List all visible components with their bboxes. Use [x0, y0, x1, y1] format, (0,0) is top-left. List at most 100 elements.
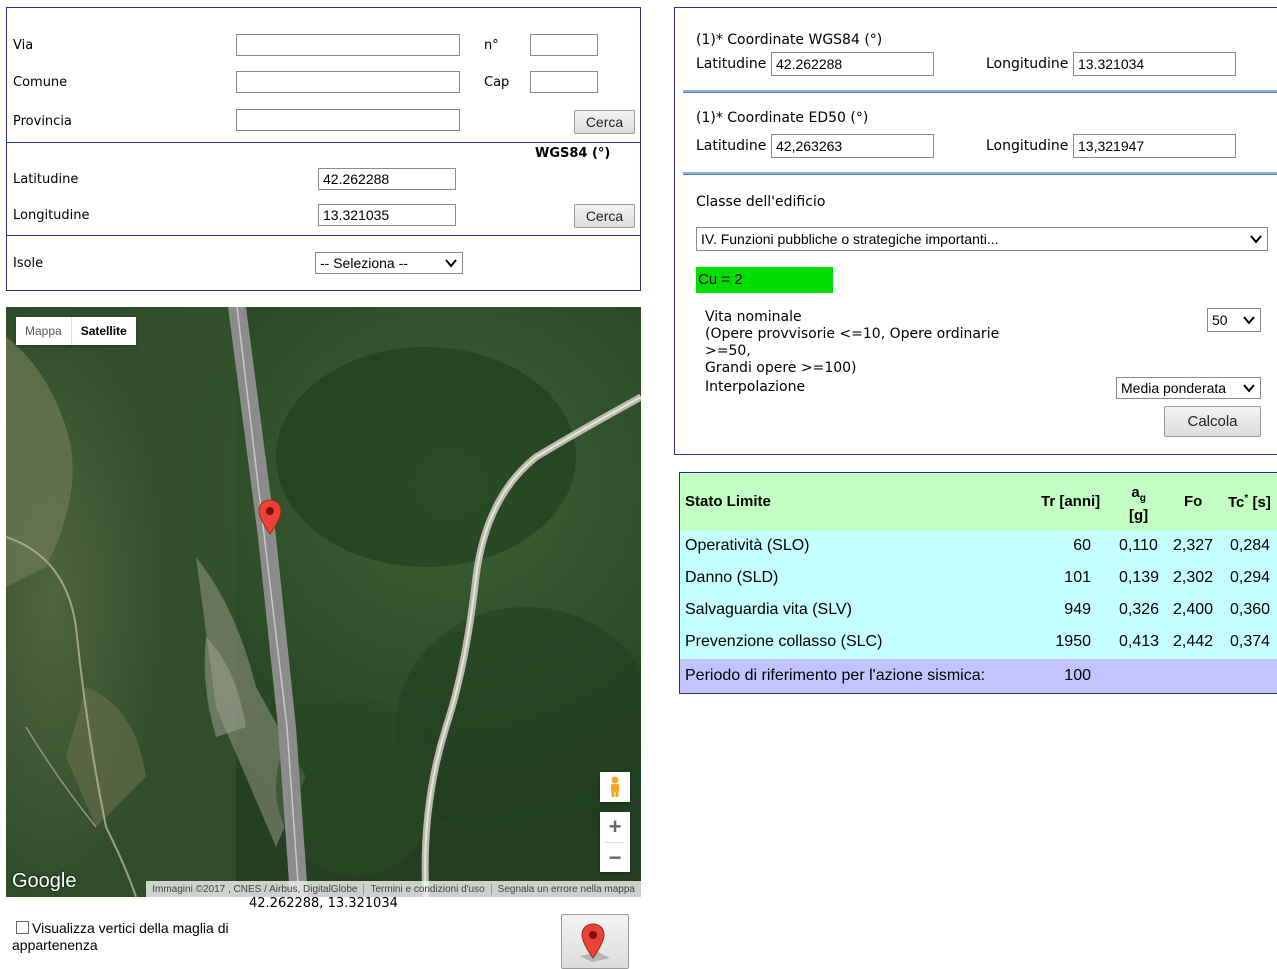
address-search-button[interactable]: Cerca	[574, 110, 635, 134]
lon-label: Longitudine	[13, 208, 90, 223]
satellite-map[interactable]: Mappa Satellite + − Google Immagini ©201…	[6, 307, 641, 897]
section-divider	[683, 172, 1277, 175]
vertices-checkbox-label: Visualizza vertici della maglia di appar…	[12, 920, 229, 953]
vertices-checkbox[interactable]	[16, 921, 29, 934]
street-view-pegman-icon[interactable]	[600, 772, 630, 802]
address-panel: Via n° Comune Cap Provincia Cerca WGS84 …	[6, 7, 641, 291]
cap-input[interactable]	[530, 71, 598, 93]
cell-stato: Salvaguardia vita (SLV)	[685, 601, 852, 618]
locate-marker-button[interactable]	[561, 914, 629, 969]
header-tc-superscript: *	[1244, 493, 1249, 504]
provincia-label: Provincia	[13, 114, 72, 129]
header-tc-symbol: Tc	[1228, 494, 1245, 511]
footer-value: 100	[1064, 667, 1091, 684]
zoom-control: + −	[600, 812, 630, 872]
cell-tr: 1950	[1055, 633, 1091, 650]
isole-label: Isole	[13, 256, 44, 271]
wgs84-system-label: WGS84 (°)	[535, 146, 611, 161]
cell-tr: 949	[1064, 601, 1091, 618]
satellite-imagery	[6, 307, 641, 897]
zoom-out-button[interactable]: −	[600, 843, 630, 872]
lat-input[interactable]	[318, 168, 456, 190]
vita-line-4: Grandi opere >=100)	[705, 360, 857, 376]
cell-tr: 60	[1073, 537, 1091, 554]
map-tab-satellite[interactable]: Satellite	[70, 317, 136, 345]
classe-select[interactable]: IV. Funzioni pubbliche o strategiche imp…	[696, 227, 1268, 251]
map-pin-icon	[580, 922, 610, 962]
table-row: Salvaguardia vita (SLV) 949 0,326 2,400 …	[680, 595, 1277, 627]
ed50-lon-input[interactable]	[1073, 134, 1236, 158]
zoom-in-button[interactable]: +	[600, 812, 630, 842]
cell-tc: 0,294	[1230, 569, 1271, 586]
cell-stato: Danno (SLD)	[685, 569, 779, 586]
comune-label: Comune	[13, 75, 68, 90]
wgs84-lat-label: Latitudine	[696, 56, 767, 72]
wgs84-lon-input[interactable]	[1073, 52, 1236, 76]
header-stato: Stato Limite	[685, 493, 771, 510]
cell-tc: 0,284	[1230, 537, 1271, 554]
table-row: Prevenzione collasso (SLC) 1950 0,413 2,…	[680, 627, 1277, 659]
vita-select[interactable]: 50	[1207, 308, 1261, 332]
classe-selected: IV. Funzioni pubbliche o strategiche imp…	[701, 231, 999, 247]
cell-fo: 2,302	[1173, 569, 1214, 586]
table-row: Operatività (SLO) 60 0,110 2,327 0,284	[680, 531, 1277, 563]
results-table: Stato Limite Tr [anni] ag [g] Fo Tc* [s]…	[679, 472, 1277, 694]
cell-fo: 2,327	[1173, 537, 1214, 554]
header-ag: ag [g]	[1129, 484, 1148, 524]
map-coords-readout: 42.262288, 13.321034	[249, 896, 398, 911]
lon-input[interactable]	[318, 204, 456, 226]
cu-badge: Cu = 2	[696, 267, 833, 293]
ed50-lat-input[interactable]	[771, 134, 934, 158]
map-marker-pin-icon[interactable]	[258, 499, 282, 535]
coords-search-button[interactable]: Cerca	[574, 204, 635, 228]
footer-label: Periodo di riferimento per l'azione sism…	[685, 667, 986, 684]
parameters-panel: (1)* Coordinate WGS84 (°) Latitudine Lon…	[674, 7, 1277, 455]
header-fo: Fo	[1184, 493, 1203, 510]
cell-stato: Operatività (SLO)	[685, 537, 810, 554]
chevron-down-icon	[1243, 316, 1255, 325]
calcola-button[interactable]: Calcola	[1164, 406, 1261, 437]
interpolazione-selected: Media ponderata	[1121, 380, 1227, 396]
header-tc: Tc* [s]	[1228, 493, 1271, 511]
cell-stato: Prevenzione collasso (SLC)	[685, 633, 883, 650]
interpolazione-select[interactable]: Media ponderata	[1116, 377, 1261, 399]
cell-ag: 0,110	[1119, 537, 1158, 554]
chevron-down-icon	[1250, 235, 1262, 244]
results-header-row: Stato Limite Tr [anni] ag [g] Fo Tc* [s]	[680, 473, 1277, 531]
header-ag-symbol: a	[1131, 484, 1140, 501]
header-tr: Tr [anni]	[1041, 493, 1101, 510]
cell-ag: 0,413	[1119, 633, 1160, 650]
cell-tr: 101	[1064, 569, 1091, 586]
ed50-header: (1)* Coordinate ED50 (°)	[696, 110, 869, 126]
terms-link[interactable]: Termini e condizioni d'uso	[363, 883, 490, 895]
comune-input[interactable]	[236, 71, 460, 93]
ed50-lon-label: Longitudine	[986, 138, 1069, 154]
num-label: n°	[484, 38, 499, 53]
num-input[interactable]	[530, 34, 598, 56]
provincia-input[interactable]	[236, 109, 460, 131]
wgs84-lon-label: Longitudine	[986, 56, 1069, 72]
map-attribution: Immagini ©2017 , CNES / Airbus, DigitalG…	[146, 881, 641, 897]
ed50-lat-label: Latitudine	[696, 138, 767, 154]
header-tc-unit: [s]	[1252, 494, 1271, 511]
via-input[interactable]	[236, 34, 460, 56]
wgs84-lat-input[interactable]	[771, 52, 934, 76]
wgs84-header: (1)* Coordinate WGS84 (°)	[696, 32, 883, 48]
report-error-link[interactable]: Segnala un errore nella mappa	[490, 883, 641, 895]
cell-tc: 0,374	[1230, 633, 1271, 650]
via-label: Via	[13, 38, 34, 53]
divider	[7, 142, 640, 143]
vita-line-2: (Opere provvisorie <=10, Opere ordinarie	[705, 326, 1000, 342]
divider	[7, 235, 640, 236]
results-footer-row: Periodo di riferimento per l'azione sism…	[680, 659, 1277, 693]
vita-nominale-label: Vita nominale (Opere provvisorie <=10, O…	[705, 309, 999, 396]
google-logo: Google	[12, 870, 77, 892]
classe-label: Classe dell'edificio	[696, 194, 826, 210]
vita-line-1: Vita nominale	[705, 309, 802, 325]
cell-ag: 0,326	[1119, 601, 1160, 618]
section-divider	[683, 90, 1277, 93]
isole-select[interactable]: -- Seleziona --	[315, 252, 463, 274]
cell-fo: 2,442	[1173, 633, 1214, 650]
lat-label: Latitudine	[13, 172, 79, 187]
map-tab-map[interactable]: Mappa	[16, 317, 71, 345]
